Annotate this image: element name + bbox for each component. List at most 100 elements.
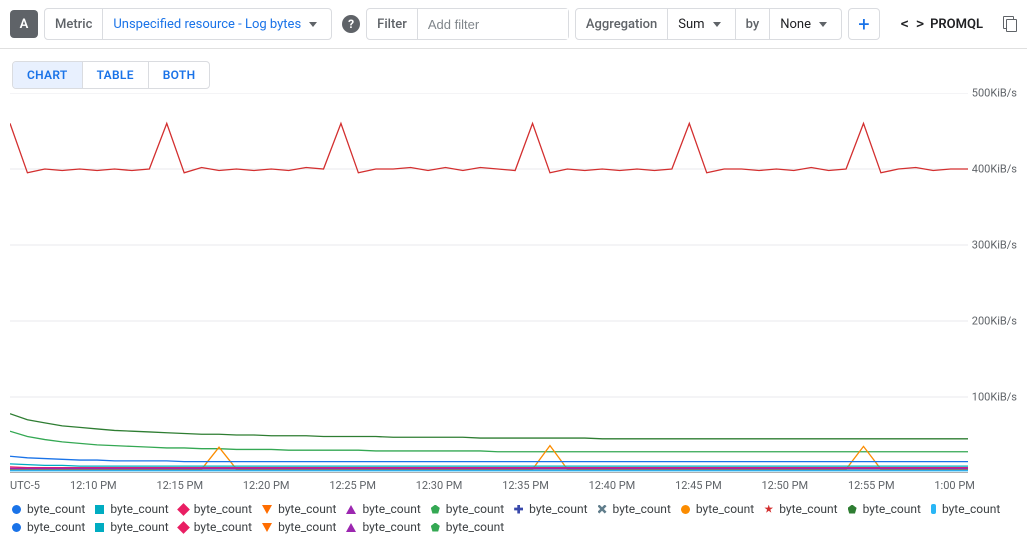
legend-item[interactable]: byte_count xyxy=(431,520,504,534)
chevron-down-icon xyxy=(309,22,317,27)
legend-item[interactable]: byte_count xyxy=(346,520,420,534)
aggregation-control[interactable]: Aggregation Sum by None xyxy=(575,8,842,40)
legend-marker-icon xyxy=(177,503,190,516)
legend-marker-icon xyxy=(12,523,21,532)
legend-item[interactable]: byte_count xyxy=(12,502,85,516)
legend-label: byte_count xyxy=(110,502,168,516)
legend-label: byte_count xyxy=(110,520,168,534)
metric-control[interactable]: Metric Unspecified resource - Log bytes xyxy=(44,8,332,40)
legend-marker-icon xyxy=(262,505,272,514)
aggregation-value-text: Sum xyxy=(678,17,704,32)
y-tick-label: 400KiB/s xyxy=(972,163,1017,176)
promql-label: PROMQL xyxy=(930,17,983,32)
legend-item[interactable]: byte_count xyxy=(431,502,504,516)
legend-item[interactable]: byte_count xyxy=(764,502,837,516)
legend-marker-icon xyxy=(931,504,936,514)
legend-item[interactable]: byte_count xyxy=(95,502,168,516)
chart-series[interactable] xyxy=(10,456,968,461)
chevron-down-icon xyxy=(713,22,721,27)
add-query-button[interactable]: + xyxy=(848,8,880,40)
legend-label: byte_count xyxy=(194,520,252,534)
legend-item[interactable]: byte_count xyxy=(681,502,754,516)
legend-item[interactable]: byte_count xyxy=(346,502,420,516)
x-tick-label: 12:50 PM xyxy=(762,479,809,492)
x-tick-label: 12:55 PM xyxy=(848,479,895,492)
legend-label: byte_count xyxy=(362,520,420,534)
y-tick-label: 300KiB/s xyxy=(972,239,1017,252)
legend-item[interactable]: byte_count xyxy=(598,502,671,516)
legend-label: byte_count xyxy=(362,502,420,516)
chart-series[interactable] xyxy=(10,464,968,466)
copy-icon[interactable] xyxy=(1003,16,1017,32)
x-tick-label: 12:45 PM xyxy=(675,479,722,492)
x-tick-label: 12:35 PM xyxy=(502,479,549,492)
legend-item[interactable]: byte_count xyxy=(95,520,168,534)
query-badge[interactable]: A xyxy=(10,10,38,38)
chart-series[interactable] xyxy=(10,467,968,468)
legend-label: byte_count xyxy=(27,502,85,516)
legend-label: byte_count xyxy=(863,502,921,516)
y-tick-label: 500KiB/s xyxy=(972,87,1017,100)
query-toolbar: A Metric Unspecified resource - Log byte… xyxy=(0,0,1027,49)
filter-control[interactable]: Filter xyxy=(366,8,569,40)
legend-label: byte_count xyxy=(27,520,85,534)
metric-value-text: Unspecified resource - Log bytes xyxy=(113,17,301,32)
chart-series[interactable] xyxy=(10,431,968,452)
legend-label: byte_count xyxy=(446,520,504,534)
chart-legend: byte_count byte_count byte_count byte_count… xyxy=(12,502,1017,534)
filter-input[interactable] xyxy=(418,9,568,39)
group-by-label: by xyxy=(735,9,771,39)
group-by-value[interactable]: None xyxy=(770,9,841,39)
legend-marker-icon xyxy=(514,505,523,514)
legend-marker-icon xyxy=(262,523,272,532)
x-tick-label: 12:10 PM xyxy=(70,479,117,492)
x-tick-label: 12:30 PM xyxy=(416,479,463,492)
chart-series[interactable] xyxy=(10,123,968,172)
legend-marker-icon xyxy=(431,523,440,532)
legend-label: byte_count xyxy=(278,502,336,516)
legend-marker-icon xyxy=(764,505,773,514)
legend-item[interactable]: byte_count xyxy=(262,502,336,516)
x-tick-label: 12:25 PM xyxy=(329,479,376,492)
legend-label: byte_count xyxy=(779,502,837,516)
tab-table[interactable]: TABLE xyxy=(83,62,149,88)
legend-marker-icon xyxy=(12,505,21,514)
legend-item[interactable]: byte_count xyxy=(262,520,336,534)
aggregation-value[interactable]: Sum xyxy=(668,9,734,39)
legend-item[interactable]: byte_count xyxy=(931,502,1000,516)
legend-label: byte_count xyxy=(696,502,754,516)
group-by-value-text: None xyxy=(780,17,811,32)
legend-label: byte_count xyxy=(613,502,671,516)
filter-label: Filter xyxy=(367,9,418,39)
chevron-down-icon xyxy=(819,22,827,27)
line-chart[interactable] xyxy=(10,93,1017,473)
legend-marker-icon xyxy=(95,523,104,532)
chart-series[interactable] xyxy=(10,414,968,439)
metric-value[interactable]: Unspecified resource - Log bytes xyxy=(103,9,331,39)
legend-marker-icon xyxy=(177,521,190,534)
legend-label: byte_count xyxy=(446,502,504,516)
promql-button[interactable]: < > PROMQL xyxy=(895,17,989,32)
legend-marker-icon xyxy=(346,523,356,532)
legend-marker-icon xyxy=(681,505,690,514)
tab-both[interactable]: BOTH xyxy=(149,62,210,88)
legend-item[interactable]: byte_count xyxy=(848,502,921,516)
aggregation-label: Aggregation xyxy=(576,9,668,39)
legend-item[interactable]: byte_count xyxy=(179,502,252,516)
view-tabs: CHART TABLE BOTH xyxy=(12,61,210,89)
x-tick-label: 1:00 PM xyxy=(934,479,974,492)
x-tick-label: 12:40 PM xyxy=(589,479,636,492)
legend-item[interactable]: byte_count xyxy=(514,502,587,516)
help-icon[interactable]: ? xyxy=(342,15,360,33)
legend-label: byte_count xyxy=(529,502,587,516)
metric-label: Metric xyxy=(45,9,103,39)
legend-marker-icon xyxy=(346,505,356,514)
legend-item[interactable]: byte_count xyxy=(12,520,85,534)
tab-chart[interactable]: CHART xyxy=(13,62,83,88)
legend-item[interactable]: byte_count xyxy=(179,520,252,534)
y-tick-label: 100KiB/s xyxy=(972,391,1017,404)
code-icon: < > xyxy=(901,17,924,32)
legend-marker-icon xyxy=(431,505,440,514)
timezone-label: UTC-5 xyxy=(10,479,66,492)
x-axis: UTC-5 12:10 PM12:15 PM12:20 PM12:25 PM12… xyxy=(10,479,979,492)
